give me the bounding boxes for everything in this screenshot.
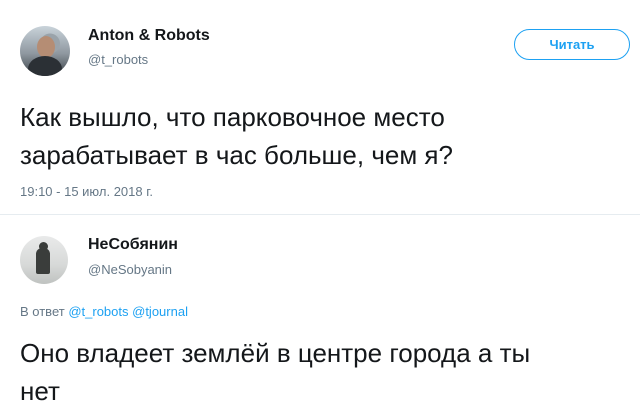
- reply-context: В ответ @t_robots @tjournal: [20, 304, 188, 319]
- author-name[interactable]: Anton & Robots: [88, 27, 210, 45]
- mention-link[interactable]: @tjournal: [132, 304, 188, 319]
- tweet-timestamp[interactable]: 19:10 - 15 июл. 2018 г.: [20, 184, 153, 199]
- avatar-head-shape: [37, 36, 55, 58]
- tweet-text-line: нет: [20, 376, 60, 406]
- mention-link[interactable]: @t_robots: [68, 304, 128, 319]
- author-handle[interactable]: @NeSobyanin: [88, 262, 172, 277]
- author-name[interactable]: НеСобянин: [88, 236, 178, 254]
- avatar[interactable]: [20, 26, 70, 76]
- follow-button[interactable]: Читать: [514, 29, 630, 60]
- avatar-body-shape: [28, 56, 62, 76]
- original-tweet: Anton & Robots @t_robots Читать Как вышл…: [0, 0, 640, 214]
- tweet-text-line: Оно владеет землёй в центре города а ты: [20, 338, 531, 368]
- avatar[interactable]: [20, 236, 68, 284]
- tweet-text: Оно владеет землёй в центре города а ты …: [20, 334, 630, 410]
- tweet-text-line: зарабатывает в час больше, чем я?: [20, 140, 453, 170]
- avatar-figure: [36, 248, 50, 274]
- tweet-text: Как вышло, что парковочное место зарабат…: [20, 98, 620, 174]
- author-handle[interactable]: @t_robots: [88, 52, 148, 67]
- reply-prefix: В ответ: [20, 304, 65, 319]
- tweet-text-line: Как вышло, что парковочное место: [20, 102, 445, 132]
